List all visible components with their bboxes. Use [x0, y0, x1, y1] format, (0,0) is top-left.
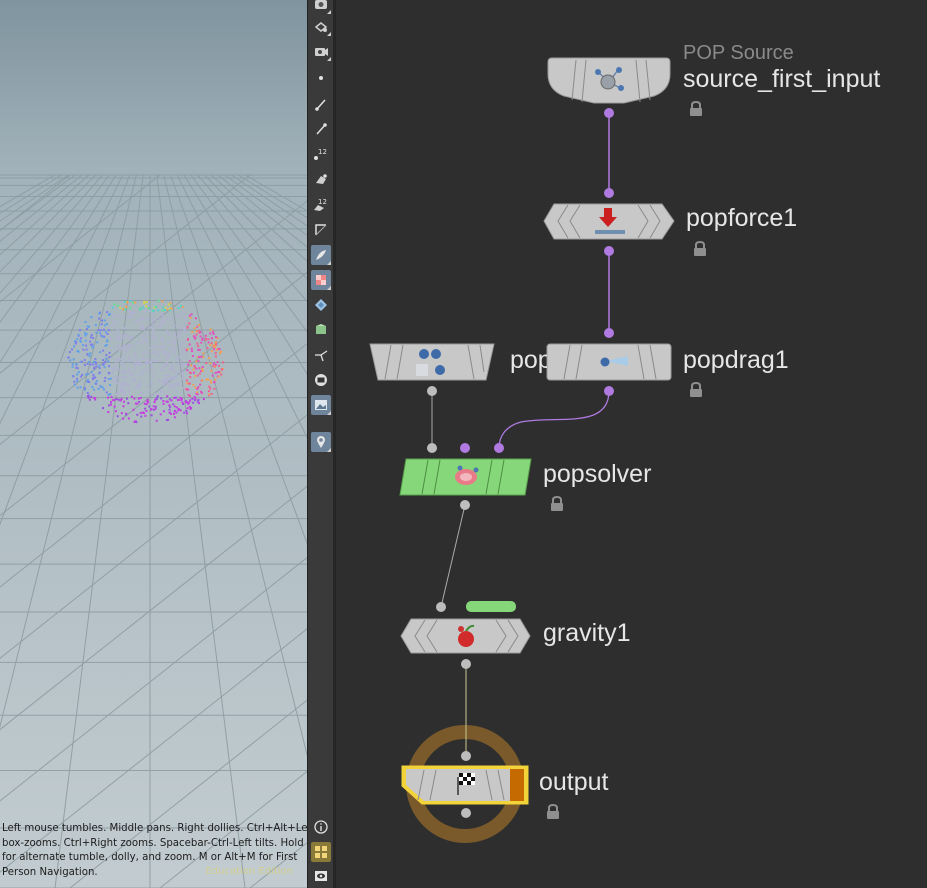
handles-icon[interactable] — [311, 345, 331, 365]
lighting-icon[interactable] — [311, 320, 331, 340]
safe-area-icon[interactable] — [311, 370, 331, 390]
prim-normals-icon[interactable] — [311, 119, 331, 139]
view-camera-icon[interactable] — [311, 41, 331, 61]
edition-watermark: Education Edition — [205, 866, 293, 877]
node-popdrag1[interactable] — [546, 343, 672, 381]
display-toolbar: 12 12 — [307, 0, 335, 888]
wire-layer — [369, 57, 675, 843]
wire[interactable] — [440, 504, 466, 608]
shading-mode-icon[interactable] — [311, 245, 331, 265]
backface-icon[interactable] — [311, 219, 331, 239]
bypass-flag-bar[interactable] — [466, 601, 516, 612]
node-name-source[interactable]: source_first_input — [683, 65, 880, 94]
nav-hint-line: for alternate tumble, dolly, and zoom. M… — [2, 852, 298, 864]
background-image-icon[interactable] — [311, 395, 331, 415]
node-output[interactable] — [401, 765, 529, 805]
node-gravity1[interactable] — [400, 618, 531, 654]
lock-icon[interactable] — [689, 382, 703, 398]
node-popobject[interactable] — [369, 343, 495, 381]
points-display-icon[interactable] — [311, 68, 331, 88]
layout-icon[interactable] — [311, 842, 331, 862]
wire[interactable] — [498, 390, 610, 449]
scene-viewport[interactable]: Left mouse tumbles. Middle pans. Right d… — [0, 0, 307, 888]
ghost-icon[interactable] — [311, 295, 331, 315]
lock-icon[interactable] — [550, 496, 564, 512]
node-name-output[interactable]: output — [539, 768, 609, 797]
point-normals-icon[interactable] — [311, 94, 331, 114]
viewport-scene[interactable] — [0, 0, 307, 888]
svg-text:12: 12 — [318, 198, 327, 206]
svg-text:12: 12 — [318, 148, 327, 156]
lock-icon[interactable] — [693, 241, 707, 257]
node-name-popdrag1[interactable]: popdrag1 — [683, 346, 789, 375]
lock-icon[interactable] — [689, 101, 703, 117]
camera-icon[interactable] — [311, 0, 331, 14]
point-numbers-icon[interactable]: 12 — [311, 144, 331, 164]
pin-icon[interactable] — [311, 432, 331, 452]
vertex-icon[interactable] — [311, 169, 331, 189]
prim-numbers-icon[interactable]: 12 — [311, 194, 331, 214]
nav-hint-line: box-zooms. Ctrl+Right zooms. Spacebar-Ct… — [2, 837, 307, 849]
node-name-popsolver[interactable]: popsolver — [543, 460, 651, 489]
network-editor[interactable]: POP Source source_first_input popforce1 … — [336, 0, 927, 888]
select-view-icon[interactable] — [311, 16, 331, 36]
node-name-popforce1[interactable]: popforce1 — [686, 204, 797, 233]
eye-icon[interactable] — [311, 866, 331, 886]
texture-icon[interactable] — [311, 270, 331, 290]
lock-icon[interactable] — [546, 804, 560, 820]
node-source-first-input[interactable] — [547, 57, 671, 104]
nav-hint-line: Left mouse tumbles. Middle pans. Right d… — [2, 823, 307, 834]
node-name-gravity1[interactable]: gravity1 — [543, 619, 631, 648]
node-type-label: POP Source — [683, 42, 794, 64]
node-popforce1[interactable] — [543, 203, 675, 240]
info-icon[interactable] — [311, 817, 331, 837]
node-popsolver[interactable] — [399, 458, 532, 496]
node-name-popobject[interactable]: popobject — [510, 346, 547, 375]
